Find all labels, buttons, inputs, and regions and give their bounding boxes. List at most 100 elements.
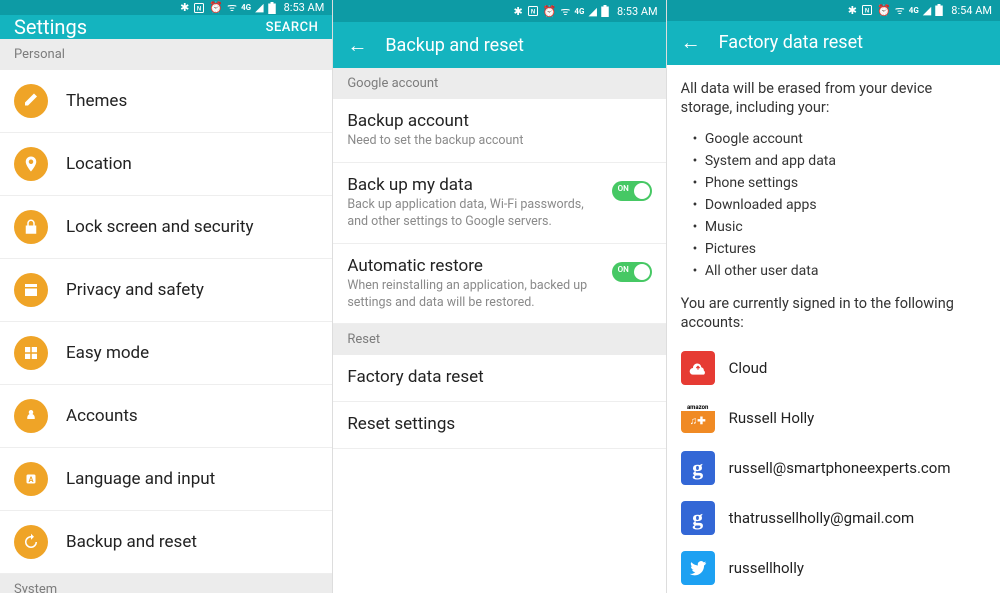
back-button[interactable]: ←	[681, 30, 701, 55]
account-twitter[interactable]: russellholly	[681, 543, 986, 593]
signed-in-text: You are currently signed in to the follo…	[681, 294, 986, 333]
nfc-icon: N	[861, 4, 873, 16]
bluetooth-icon: ✱	[848, 4, 857, 17]
settings-item-themes[interactable]: Themes	[0, 70, 332, 133]
settings-panel: ✱ N ⏰ ᯤ 4G ◢ 8:53 AM Settings SEARCH Per…	[0, 0, 333, 593]
backup-reset-panel: ✱ N ⏰ ᯤ 4G ◢ 8:53 AM ← Backup and reset …	[333, 0, 666, 593]
location-icon	[14, 147, 48, 181]
item-label: Accounts	[66, 406, 138, 426]
item-label: Backup and reset	[66, 532, 197, 552]
easy-mode-icon	[14, 336, 48, 370]
backup-data-toggle[interactable]: ON	[612, 181, 652, 201]
bluetooth-icon: ✱	[180, 1, 189, 14]
amazon-icon: amazon♫✚	[681, 401, 715, 435]
status-time: 8:53 AM	[284, 1, 325, 14]
account-label: russellholly	[729, 559, 804, 577]
row-primary: Automatic restore	[347, 256, 603, 276]
back-button[interactable]: ←	[347, 33, 367, 58]
item-label: Language and input	[66, 469, 215, 489]
backup-data-row[interactable]: Back up my data Back up application data…	[333, 163, 665, 244]
status-bar: ✱ N ⏰ ᯤ 4G ◢ 8:54 AM	[667, 0, 1000, 21]
backup-reset-icon	[14, 525, 48, 559]
auto-restore-row[interactable]: Automatic restore When reinstalling an a…	[333, 244, 665, 325]
status-bar: ✱ N ⏰ ᯤ 4G ◢ 8:53 AM	[333, 0, 665, 22]
google-icon: g	[681, 451, 715, 485]
battery-icon	[935, 4, 943, 16]
item-label: Themes	[66, 91, 127, 111]
row-primary: Backup account	[347, 111, 651, 131]
network-icon: 4G	[574, 7, 584, 16]
page-title: Factory data reset	[719, 32, 986, 53]
account-google-1[interactable]: g russell@smartphoneexperts.com	[681, 443, 986, 493]
section-reset: Reset	[333, 324, 665, 355]
list-item: All other user data	[693, 260, 986, 282]
row-primary: Reset settings	[347, 414, 651, 434]
alarm-icon: ⏰	[877, 4, 891, 17]
wifi-icon: ᯤ	[227, 0, 237, 15]
wifi-icon: ᯤ	[895, 3, 905, 18]
wifi-icon: ᯤ	[560, 4, 570, 19]
section-personal: Personal	[0, 39, 332, 70]
battery-icon	[601, 5, 609, 17]
account-amazon[interactable]: amazon♫✚ Russell Holly	[681, 393, 986, 443]
list-item: System and app data	[693, 150, 986, 172]
settings-item-lock-screen[interactable]: Lock screen and security	[0, 196, 332, 259]
item-label: Easy mode	[66, 343, 149, 363]
cloud-icon	[681, 351, 715, 385]
item-label: Location	[66, 154, 132, 174]
factory-reset-row[interactable]: Factory data reset	[333, 355, 665, 402]
action-bar: ← Factory data reset	[667, 21, 1000, 65]
settings-item-privacy[interactable]: Privacy and safety	[0, 259, 332, 322]
settings-item-backup-reset[interactable]: Backup and reset	[0, 511, 332, 574]
svg-text:N: N	[865, 9, 869, 15]
network-icon: 4G	[909, 6, 919, 15]
page-title: Backup and reset	[385, 35, 651, 56]
privacy-icon	[14, 273, 48, 307]
account-label: Cloud	[729, 359, 768, 377]
settings-item-location[interactable]: Location	[0, 133, 332, 196]
account-label: Russell Holly	[729, 409, 815, 427]
alarm-icon: ⏰	[543, 5, 557, 18]
account-google-2[interactable]: g thatrussellholly@gmail.com	[681, 493, 986, 543]
settings-item-accounts[interactable]: Accounts	[0, 385, 332, 448]
factory-reset-panel: ✱ N ⏰ ᯤ 4G ◢ 8:54 AM ← Factory data rese…	[667, 0, 1000, 593]
row-secondary: When reinstalling an application, backed…	[347, 278, 603, 312]
bluetooth-icon: ✱	[513, 5, 522, 18]
reset-settings-row[interactable]: Reset settings	[333, 402, 665, 449]
settings-item-language[interactable]: A Language and input	[0, 448, 332, 511]
google-icon: g	[681, 501, 715, 535]
action-bar: ← Backup and reset	[333, 22, 665, 68]
signal-icon: ◢	[923, 4, 931, 17]
search-button[interactable]: SEARCH	[266, 20, 319, 35]
row-secondary: Back up application data, Wi-Fi password…	[347, 197, 603, 231]
intro-text: All data will be erased from your device…	[681, 79, 986, 118]
list-item: Google account	[693, 128, 986, 150]
auto-restore-toggle[interactable]: ON	[612, 262, 652, 282]
section-system: System	[0, 574, 332, 593]
item-label: Lock screen and security	[66, 217, 254, 237]
alarm-icon: ⏰	[209, 1, 223, 14]
settings-item-easy-mode[interactable]: Easy mode	[0, 322, 332, 385]
signal-icon: ◢	[588, 5, 596, 18]
list-item: Downloaded apps	[693, 194, 986, 216]
language-icon: A	[14, 462, 48, 496]
account-label: thatrussellholly@gmail.com	[729, 509, 915, 527]
battery-icon	[268, 2, 276, 14]
accounts-icon	[14, 399, 48, 433]
svg-text:N: N	[197, 6, 201, 12]
svg-text:N: N	[531, 10, 535, 16]
action-bar: Settings SEARCH	[0, 15, 332, 39]
lock-icon	[14, 210, 48, 244]
list-item: Phone settings	[693, 172, 986, 194]
item-label: Privacy and safety	[66, 280, 204, 300]
account-cloud[interactable]: Cloud	[681, 343, 986, 393]
list-item: Pictures	[693, 238, 986, 260]
status-time: 8:53 AM	[617, 5, 658, 18]
backup-account-row[interactable]: Backup account Need to set the backup ac…	[333, 99, 665, 163]
status-bar: ✱ N ⏰ ᯤ 4G ◢ 8:53 AM	[0, 0, 332, 15]
account-label: russell@smartphoneexperts.com	[729, 459, 951, 477]
network-icon: 4G	[241, 3, 251, 12]
row-primary: Back up my data	[347, 175, 603, 195]
nfc-icon: N	[193, 2, 205, 14]
list-item: Music	[693, 216, 986, 238]
